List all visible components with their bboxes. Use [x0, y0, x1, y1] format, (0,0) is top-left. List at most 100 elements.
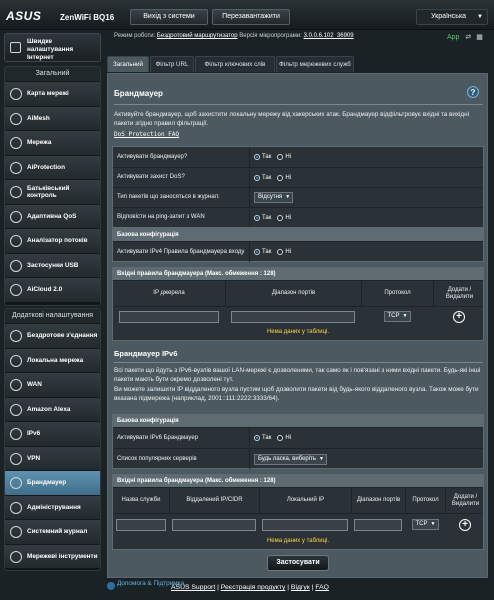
sidebar-item-label: AiCloud 2.0 [27, 286, 63, 294]
enable-dos-yes[interactable]: Так [254, 174, 271, 181]
chevron-down-icon: ▼ [285, 194, 291, 200]
tab-network-services-filter[interactable]: Фільтр мережевих служб [276, 56, 354, 72]
sidebar-item-alexa[interactable]: Amazon Alexa [5, 396, 100, 421]
enable-firewall-yes[interactable]: Так [254, 154, 271, 160]
feedback-link[interactable]: Відгук [291, 584, 310, 591]
chevron-down-icon: ▼ [319, 455, 324, 462]
sidebar-item-network-tools[interactable]: Мережеві інструменти [5, 543, 100, 568]
remote-ip-input[interactable] [172, 519, 256, 531]
radio-icon [277, 154, 284, 160]
product-registration-link[interactable]: Реєстрація продукту [221, 584, 286, 591]
reboot-button[interactable]: Перезавантажити [212, 9, 290, 25]
sidebar-item-traffic-analyzer[interactable]: Аналізатор потоків [5, 228, 100, 253]
inbound-rules-header: Вхідні правила брандмауера (Макс. обмеже… [113, 268, 483, 280]
column-protocol: Протокол [405, 488, 445, 513]
dos-faq-link[interactable]: DoS Protection FAQ [114, 131, 179, 138]
family-icon [10, 186, 22, 198]
faq-link[interactable]: FAQ [315, 584, 329, 591]
sidebar-item-label: Брандмауер [27, 479, 67, 487]
enable-firewall-no[interactable]: Ні [277, 154, 291, 160]
sidebar-item-adaptive-qos[interactable]: Адаптивна QoS [5, 203, 100, 228]
sidebar-item-vpn[interactable]: VPN [5, 445, 100, 470]
ipv6-protocol-select[interactable]: TCP ▼ [411, 519, 439, 530]
language-select[interactable]: Українська ▼ [416, 9, 488, 25]
usb-icon[interactable]: ⇄ [465, 34, 471, 41]
setting-row: Активувати брандмауер? Так Ні [113, 147, 483, 167]
sidebar-item-administration[interactable]: Адміністрування [5, 494, 100, 519]
ping-wan-label: Відповісти на ping-запит з WAN [117, 214, 205, 220]
enable-dos-no[interactable]: Ні [277, 174, 292, 181]
sidebar-item-wan[interactable]: WAN [5, 372, 100, 397]
firewall-description: Активуйте брандмауер, щоб захистити лока… [114, 111, 469, 127]
apply-button[interactable]: Застосувати [267, 555, 329, 571]
ipv6-port-range-input[interactable] [354, 519, 402, 531]
ping-wan-no[interactable]: Ні [277, 214, 291, 221]
sidebar-item-label: IPv6 [27, 430, 41, 438]
sidebar-item-aicloud[interactable]: AiCloud 2.0 [5, 277, 100, 302]
network-icon[interactable]: ▦ [476, 34, 483, 41]
setting-row: Активувати захист DoS? Так Ні [113, 167, 483, 187]
radio-label: Ні [285, 174, 292, 181]
asus-support-link[interactable]: ASUS Support [171, 584, 215, 591]
sidebar-item-ipv6[interactable]: IPv6 [5, 421, 100, 446]
ipv6-enable-label: Активувати IPv6 Брандмауер [117, 434, 199, 441]
tab-general[interactable]: Загальний [107, 56, 149, 72]
select-value: TCP [415, 521, 428, 527]
sidebar-item-network[interactable]: Мережа [5, 130, 100, 155]
sidebar-item-aimesh[interactable]: AiMesh [5, 105, 100, 130]
logout-button[interactable]: Вихід з системи [130, 9, 208, 25]
ping-wan-yes[interactable]: Так [254, 214, 271, 221]
select-value: Будь ласка, виберіть [258, 455, 316, 462]
mode-value[interactable]: Бездротовий маршрутизатор [157, 33, 238, 39]
local-ip-input[interactable] [262, 519, 348, 531]
help-icon[interactable]: ? [467, 86, 479, 98]
sidebar-item-aiprotection[interactable]: AiProtection [5, 154, 100, 179]
sidebar-item-label: Адаптивна QoS [27, 212, 77, 220]
add-ipv6-rule-icon[interactable]: + [459, 519, 471, 531]
ipv6-enable-yes[interactable]: Так [254, 435, 271, 441]
firewall-icon [10, 477, 22, 489]
ipv6-description-2: Ви можете залишити IP віддаленого вузла … [114, 386, 479, 402]
sidebar-item-label: VPN [27, 454, 41, 462]
sidebar-item-system-log[interactable]: Системний журнал [5, 519, 100, 544]
radio-icon [277, 249, 284, 255]
enable-dos-label: Активувати захист DoS? [117, 174, 185, 180]
sidebar-item-label: Аналізатор потоків [27, 237, 88, 245]
tab-keyword-filter[interactable]: Фільтр ключових слів [195, 56, 275, 72]
radio-label: Ні [285, 154, 292, 160]
logged-packets-select[interactable]: Відсутня ▼ [254, 192, 294, 203]
ipv4-inbound-yes[interactable]: Так [254, 249, 271, 255]
sidebar-item-lan[interactable]: Локальна мережа [5, 347, 100, 372]
app-label[interactable]: App [447, 34, 459, 41]
status-line: Режим роботи: Бездротовий маршрутизатор … [114, 33, 354, 39]
radio-icon [277, 174, 284, 181]
source-ip-input[interactable] [119, 311, 219, 323]
radio-label: Так [262, 154, 272, 160]
ipv6-enable-no[interactable]: Ні [277, 435, 291, 441]
sidebar-item-parental-control[interactable]: Батьківський контроль [5, 179, 100, 204]
ipv6-basic-config-table: Базова конфігурація Активувати IPv6 Бран… [112, 414, 484, 469]
ipv4-inbound-no[interactable]: Ні [277, 249, 291, 255]
firmware-value[interactable]: 3.0.0.6.102_36909 [304, 33, 354, 39]
radio-label: Так [262, 249, 272, 255]
tab-url-filter[interactable]: Фільтр URL [150, 56, 194, 72]
chevron-down-icon: ▼ [430, 521, 436, 527]
sidebar-item-network-map[interactable]: Карта мережі [5, 81, 100, 106]
sidebar-item-label: Адміністрування [27, 503, 81, 511]
chevron-down-icon: ▼ [402, 313, 408, 319]
quick-setup-button[interactable]: Швидке налаштування Інтернет [4, 33, 101, 62]
status-icons: App ⇄ ▦ [447, 33, 483, 41]
popular-servers-select[interactable]: Будь ласка, виберіть ▼ [254, 453, 327, 465]
language-value: Українська [431, 13, 467, 20]
ipv6-icon [10, 428, 22, 440]
port-range-input[interactable] [231, 311, 355, 323]
add-rule-icon[interactable]: + [453, 311, 465, 323]
service-name-input[interactable] [116, 519, 166, 531]
sidebar-item-firewall[interactable]: Брандмауер [5, 470, 100, 495]
shield-icon [10, 161, 22, 174]
sidebar-item-wireless[interactable]: Бездротове з'єднання [5, 323, 100, 348]
sidebar-item-label: Amazon Alexa [27, 405, 71, 413]
protocol-select[interactable]: TCP ▼ [383, 311, 411, 322]
sidebar-item-label: Бездротове з'єднання [27, 332, 98, 340]
sidebar-item-usb-apps[interactable]: Застосунки USB [5, 252, 100, 277]
